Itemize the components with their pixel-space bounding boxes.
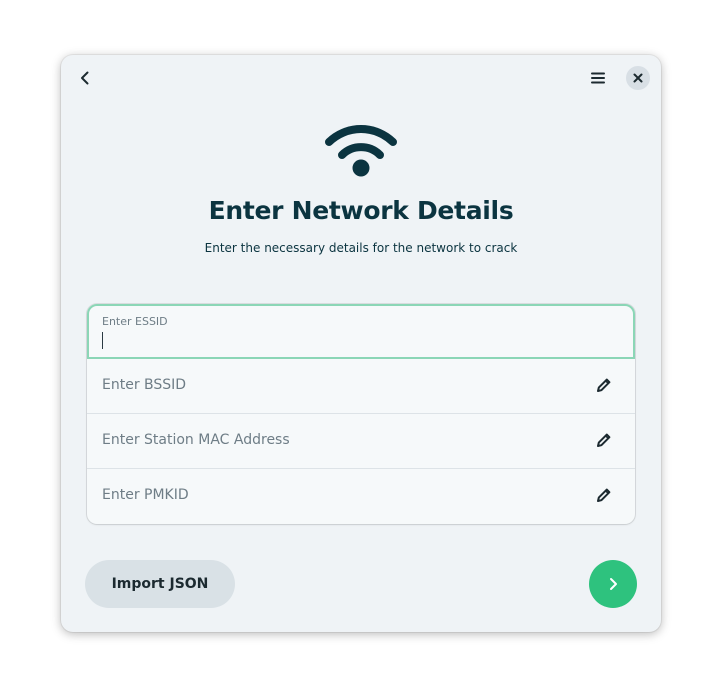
chevron-right-icon [610,578,617,590]
pmkid-placeholder: Enter PMKID [102,487,189,503]
app-window: Enter Network Details Enter the necessar… [61,55,661,632]
next-button[interactable] [589,560,637,608]
close-button[interactable] [626,66,650,90]
chevron-left-icon [81,71,89,85]
import-json-button[interactable]: Import JSON [85,560,235,608]
close-icon [633,73,643,83]
text-caret [102,332,103,349]
pencil-icon[interactable] [595,376,613,394]
back-button[interactable] [71,64,99,92]
page-title: Enter Network Details [208,196,514,225]
page-subtitle: Enter the necessary details for the netw… [204,241,518,255]
essid-field-label: Enter ESSID [102,315,168,328]
pmkid-field[interactable]: Enter PMKID [87,469,635,524]
wifi-icon [325,125,397,177]
station-mac-placeholder: Enter Station MAC Address [102,432,290,448]
essid-field[interactable]: Enter ESSID [87,304,635,359]
bssid-field[interactable]: Enter BSSID [87,359,635,414]
network-details-form: Enter ESSID Enter BSSID Enter Station MA… [87,304,635,524]
bssid-placeholder: Enter BSSID [102,377,187,393]
station-mac-field[interactable]: Enter Station MAC Address [87,414,635,469]
pencil-icon[interactable] [595,486,613,504]
main-menu-button[interactable] [584,64,612,92]
hamburger-menu-icon [591,72,605,84]
pencil-icon[interactable] [595,431,613,449]
